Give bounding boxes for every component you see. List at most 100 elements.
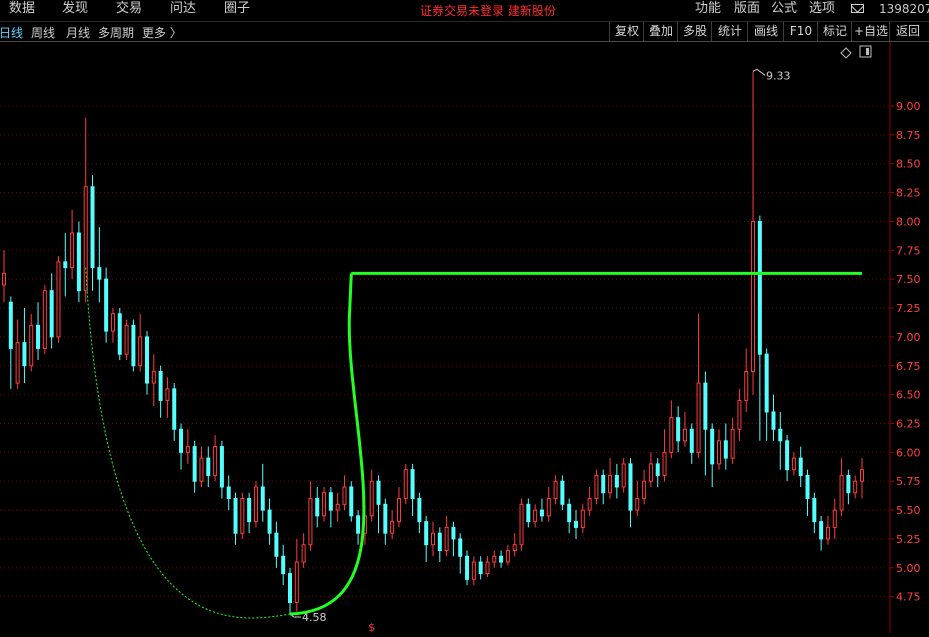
menu-item-circle[interactable]: 圈子 (224, 0, 250, 18)
candle-body (226, 486, 231, 500)
candle-body (328, 492, 333, 511)
candle-body (757, 220, 762, 355)
draw-line-button[interactable]: 画线 (747, 22, 784, 41)
candle-body (424, 521, 429, 546)
price-tick-label: 9.00 (896, 100, 921, 113)
candle-body (471, 561, 476, 580)
candle-body (322, 492, 327, 517)
menu-item-layout[interactable]: 版面 (734, 0, 760, 18)
candle-body (812, 498, 817, 523)
cup-right-arc (289, 273, 366, 616)
candle-body (655, 463, 660, 476)
candle-body (145, 336, 149, 384)
candle-body (567, 503, 572, 523)
candle-body (383, 503, 388, 534)
multi-stock-button[interactable]: 多股 (677, 22, 712, 41)
candle-body (172, 388, 177, 430)
max-marker-line (752, 68, 766, 76)
candle-body (315, 498, 320, 517)
candle-body (274, 532, 279, 557)
candle-body (97, 267, 102, 280)
candle-body (396, 498, 401, 523)
candle-body (839, 474, 844, 511)
adjust-button[interactable]: 复权 (609, 22, 644, 41)
kline-chart-area[interactable]: 4.75 5.00 5.25 5.50 5.75 6.00 6.25 6.50 6.75 7.00… (0, 42, 929, 634)
menu-item-data[interactable]: 数据 (9, 0, 35, 18)
diamond-icon[interactable] (840, 47, 852, 59)
price-tick-label: 7.75 (896, 244, 921, 257)
candle-body (83, 186, 88, 292)
top-menu-bar: 数据 发现 交易 问达 圈子 证券交易未登录 建新股份 功能 版面 公式 选项 … (0, 0, 929, 20)
candle-body (526, 503, 531, 523)
candle-body (560, 480, 565, 505)
kline-chart[interactable]: 4.75 5.00 5.25 5.50 5.75 6.00 6.25 6.50 6.75 7.00… (0, 42, 929, 634)
candle-body (206, 457, 211, 476)
candle-body (56, 261, 61, 338)
price-tick-label: 8.75 (896, 129, 921, 142)
candle-body (70, 232, 75, 269)
menu-item-formula[interactable]: 公式 (771, 0, 797, 18)
add-watchlist-button[interactable]: +自选 (851, 22, 890, 41)
candle-body (546, 498, 551, 517)
menu-item-trade[interactable]: 交易 (116, 0, 142, 18)
mark-button[interactable]: 标记 (817, 22, 852, 41)
mail-icon[interactable] (851, 4, 864, 13)
overlay-button[interactable]: 叠加 (643, 22, 678, 41)
candle-body (492, 555, 497, 563)
candle-body (417, 498, 422, 523)
candle-body (199, 457, 204, 482)
candle-body (723, 440, 728, 459)
candle-body (131, 324, 136, 367)
candle-body (621, 463, 626, 488)
candle-body (192, 446, 197, 482)
candle-body (682, 428, 687, 442)
period-weekly[interactable]: 周线 (31, 24, 55, 41)
candle-body (771, 411, 776, 430)
candle-body (76, 232, 81, 292)
panel-toggle-icon[interactable] (859, 45, 872, 58)
candle-body (730, 428, 735, 459)
candle-body (349, 486, 354, 517)
candle-body (533, 509, 538, 523)
candle-body (138, 336, 143, 367)
panel-toggle-inner (866, 48, 869, 55)
candle-body (805, 474, 810, 500)
period-multi[interactable]: 多周期 (98, 24, 134, 41)
event-marker[interactable]: $ (368, 621, 375, 634)
period-daily[interactable]: 日线 (0, 24, 23, 41)
price-tick-label: 5.75 (896, 475, 921, 488)
candle-body (642, 480, 647, 500)
candle-body (158, 371, 163, 401)
candle-body (2, 272, 6, 286)
candle-body (798, 457, 803, 476)
candle-body (478, 561, 483, 575)
period-monthly[interactable]: 月线 (66, 24, 90, 41)
candle-body (669, 417, 674, 453)
candle-body (744, 371, 749, 401)
f10-button[interactable]: F10 (783, 22, 818, 41)
candle-body (710, 428, 715, 465)
price-tick-label: 6.25 (896, 417, 921, 430)
candle-body (179, 428, 184, 453)
menu-item-options[interactable]: 选项 (809, 0, 835, 18)
candle-body (117, 313, 122, 355)
menu-item-ask[interactable]: 问达 (170, 0, 196, 18)
candle-body (90, 186, 95, 269)
candle-body (574, 521, 578, 528)
back-button[interactable]: 返回 (889, 22, 926, 41)
price-tick-label: 5.25 (896, 533, 921, 546)
candle-body (635, 498, 640, 511)
menu-item-discover[interactable]: 发现 (62, 0, 88, 18)
candle-body (832, 509, 837, 528)
candle-body (403, 469, 408, 500)
candle-body (499, 555, 504, 563)
candle-body (751, 220, 756, 373)
menu-item-function[interactable]: 功能 (695, 0, 721, 18)
candle-body (233, 498, 238, 534)
candle-body (390, 521, 395, 534)
candle-body (737, 399, 742, 430)
statistics-button[interactable]: 统计 (711, 22, 748, 41)
candle-body (717, 440, 721, 465)
period-more[interactable]: 更多 〉 (142, 24, 182, 41)
candle-body (778, 428, 783, 442)
